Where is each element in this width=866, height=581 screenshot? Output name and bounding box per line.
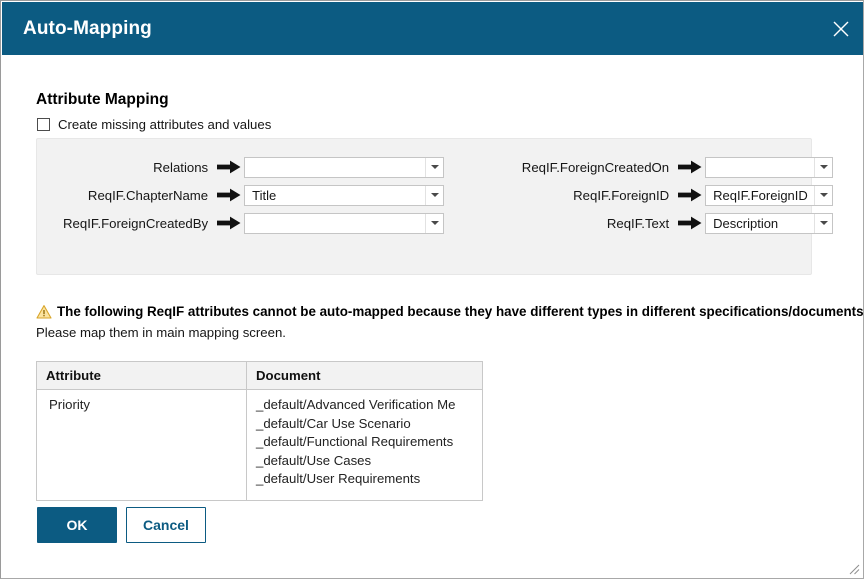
mapping-source-label: ReqIF.Text bbox=[606, 215, 670, 231]
document-line: _default/Use Cases bbox=[256, 452, 372, 468]
ok-button[interactable]: OK bbox=[37, 507, 117, 543]
mapping-row: ReqIF.ForeignID ReqIF.ForeignID bbox=[454, 181, 841, 209]
dropdown-value: Description bbox=[713, 215, 779, 231]
mapping-row: ReqIF.ChapterName Title bbox=[63, 181, 454, 209]
chevron-down-icon[interactable] bbox=[425, 157, 443, 177]
cancel-button[interactable]: Cancel bbox=[126, 507, 206, 543]
mapping-target-dropdown[interactable] bbox=[705, 156, 834, 178]
mapping-source-label: ReqIF.ForeignID bbox=[573, 187, 670, 203]
create-missing-attributes-checkbox[interactable]: Create missing attributes and values bbox=[37, 117, 271, 132]
page-title: Attribute Mapping bbox=[36, 91, 169, 108]
mapping-target-dropdown[interactable] bbox=[244, 212, 445, 234]
title-bar: Auto-Mapping bbox=[2, 2, 863, 55]
chevron-down-icon[interactable] bbox=[814, 213, 832, 233]
chevron-down-icon[interactable] bbox=[425, 185, 443, 205]
mapping-target-dropdown[interactable]: Description bbox=[705, 212, 834, 234]
right-arrow-icon bbox=[675, 188, 705, 202]
warning-block: The following ReqIF attributes cannot be… bbox=[36, 303, 863, 342]
right-arrow-icon bbox=[675, 216, 705, 230]
dropdown-value: ReqIF.ForeignID bbox=[713, 187, 808, 203]
column-header-attribute: Attribute bbox=[37, 362, 247, 389]
close-icon bbox=[831, 19, 851, 39]
right-arrow-icon bbox=[675, 160, 705, 174]
warning-line-primary: The following ReqIF attributes cannot be… bbox=[36, 303, 863, 321]
chevron-down-icon[interactable] bbox=[814, 185, 832, 205]
table-header-row: Attribute Document bbox=[37, 362, 482, 390]
mapping-source-label: ReqIF.ChapterName bbox=[87, 187, 209, 203]
chevron-down-icon[interactable] bbox=[814, 157, 832, 177]
table-row[interactable]: Priority _default/Advanced Verification … bbox=[37, 390, 482, 500]
chevron-down-icon[interactable] bbox=[425, 213, 443, 233]
mapping-row: Relations bbox=[63, 153, 454, 181]
attribute-mapping-panel: Relations ReqIF.ChapterName Title ReqIF.… bbox=[36, 138, 834, 275]
dropdown-value: Title bbox=[252, 187, 277, 203]
mapping-target-dropdown[interactable] bbox=[244, 156, 445, 178]
mapping-column-left: Relations ReqIF.ChapterName Title ReqIF.… bbox=[37, 139, 454, 274]
document-line: _default/Car Use Scenario bbox=[256, 415, 411, 431]
mapping-target-dropdown[interactable]: Title bbox=[244, 184, 445, 206]
mapping-column-right: ReqIF.ForeignCreatedOn ReqIF.ForeignID R… bbox=[454, 139, 841, 274]
close-button[interactable] bbox=[818, 2, 863, 55]
mapping-source-label: ReqIF.ForeignCreatedOn bbox=[521, 159, 670, 175]
resize-grip-icon[interactable] bbox=[846, 561, 860, 575]
mapping-source-label: Relations bbox=[153, 159, 209, 175]
mapping-row: ReqIF.ForeignCreatedBy bbox=[63, 209, 454, 237]
warning-line-secondary: Please map them in main mapping screen. bbox=[36, 325, 286, 340]
warning-triangle-icon bbox=[36, 304, 52, 320]
dialog-actions: OK Cancel bbox=[37, 507, 206, 543]
checkbox-box[interactable] bbox=[37, 118, 50, 131]
document-line: _default/Advanced Verification Me bbox=[256, 397, 456, 412]
column-header-document: Document bbox=[256, 368, 321, 383]
cell-attribute: Priority bbox=[37, 390, 247, 500]
document-line: _default/User Requirements bbox=[256, 471, 421, 487]
mapping-row: ReqIF.Text Description bbox=[454, 209, 841, 237]
auto-mapping-dialog: Auto-Mapping Attribute Mapping Create mi… bbox=[0, 0, 864, 579]
cell-document: _default/Advanced Verification Me _defau… bbox=[247, 390, 482, 500]
mapping-target-dropdown[interactable]: ReqIF.ForeignID bbox=[705, 184, 834, 206]
mapping-row: ReqIF.ForeignCreatedOn bbox=[454, 153, 841, 181]
mapping-source-label: ReqIF.ForeignCreatedBy bbox=[63, 215, 209, 231]
right-arrow-icon bbox=[214, 216, 244, 230]
checkbox-label: Create missing attributes and values bbox=[58, 117, 272, 132]
dialog-body: Attribute Mapping Create missing attribu… bbox=[2, 55, 863, 578]
right-arrow-icon bbox=[214, 188, 244, 202]
unmapped-attributes-table: Attribute Document Priority _default/Adv… bbox=[36, 361, 483, 501]
warning-text: The following ReqIF attributes cannot be… bbox=[57, 304, 864, 319]
right-arrow-icon bbox=[214, 160, 244, 174]
dialog-title: Auto-Mapping bbox=[23, 17, 152, 39]
document-line: _default/Functional Requirements bbox=[256, 434, 454, 450]
